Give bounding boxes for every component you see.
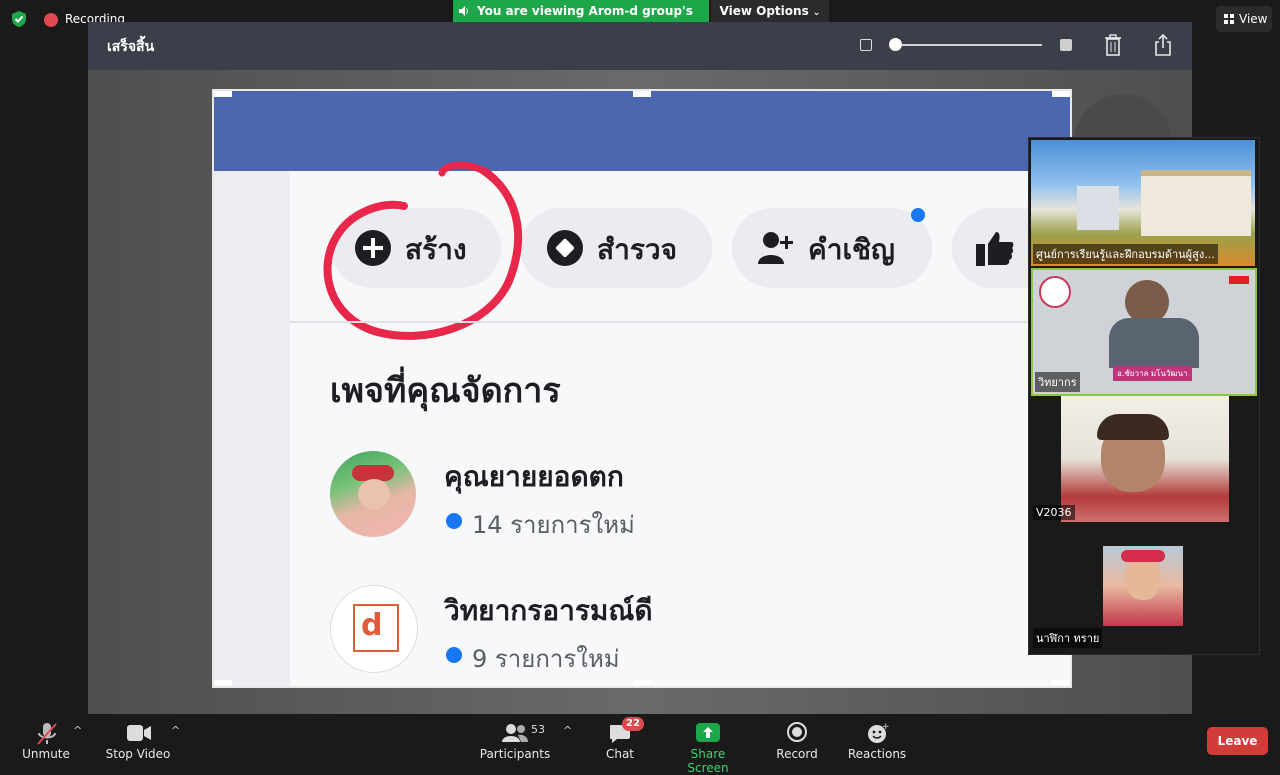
view-options-label: View Options <box>719 4 809 18</box>
stop-video-button[interactable]: Stop Video <box>104 720 172 764</box>
share-screen-button[interactable]: Share Screen <box>670 720 746 775</box>
people-icon <box>502 724 528 742</box>
compass-icon <box>547 230 583 266</box>
invites-button[interactable]: คำเชิญ <box>732 208 932 288</box>
share-screen-label: Share Screen <box>687 747 729 775</box>
add-person-icon <box>758 232 793 264</box>
video-options-caret[interactable]: ^ <box>171 724 180 737</box>
participant-name: ศูนย์การเรียนรู้และฝึกอบรมด้านผู้สูง... <box>1033 244 1218 264</box>
crop-handle[interactable] <box>633 680 651 686</box>
crop-handle[interactable] <box>633 91 651 97</box>
invites-label: คำเชิญ <box>808 233 895 266</box>
recording-icon <box>44 13 58 27</box>
shared-device-toolbar: เสร็จสิ้น <box>88 22 1192 70</box>
sharing-banner: You are viewing Arom-d group's screen <box>453 0 709 40</box>
facebook-sidebar <box>214 171 290 686</box>
new-items-dot <box>446 513 462 529</box>
participant-name: วิทยากร <box>1035 372 1080 392</box>
shield-icon[interactable] <box>10 10 28 28</box>
crop-handle[interactable] <box>1052 680 1070 686</box>
trash-icon[interactable] <box>1104 34 1122 56</box>
chevron-down-icon: ⌄ <box>812 8 821 18</box>
participant-tile[interactable]: ศูนย์การเรียนรู้และฝึกอบรมด้านผู้สูง... <box>1031 140 1255 266</box>
cropped-photo: สร้าง สำรวจ คำเชิญ เพจที่คุณจัดการ คุณยา… <box>212 89 1072 688</box>
svg-text:+: + <box>882 722 889 732</box>
slider-track[interactable] <box>892 44 1042 46</box>
page-name[interactable]: คุณยายยอดตก <box>444 455 624 499</box>
leave-button[interactable]: Leave <box>1207 727 1268 755</box>
view-button-label: View <box>1239 12 1268 26</box>
pages-heading: เพจที่คุณจัดการ <box>330 371 561 411</box>
audio-options-caret[interactable]: ^ <box>73 724 82 737</box>
participant-name: นาฬิกา ทราย <box>1033 628 1103 648</box>
notification-dot <box>911 208 925 222</box>
unmute-label: Unmute <box>22 747 70 761</box>
seal-icon <box>1039 276 1071 308</box>
stop-video-label: Stop Video <box>105 747 171 761</box>
crop-box-icon[interactable] <box>860 39 872 51</box>
new-items-dot <box>446 647 462 663</box>
slider-thumb[interactable] <box>889 38 902 51</box>
record-icon <box>787 722 807 742</box>
participant-tile-active[interactable]: อ.ชัยวาล มโนวัฒนา วิทยากร <box>1031 268 1257 396</box>
participants-label: Participants <box>479 747 551 761</box>
grid-icon <box>1224 14 1234 24</box>
participant-name: V2036 <box>1033 505 1075 520</box>
done-button[interactable]: เสร็จสิ้น <box>107 36 154 58</box>
record-label: Record <box>776 747 818 761</box>
divider <box>290 321 1070 323</box>
crop-handle[interactable] <box>214 91 232 97</box>
muted-mic-icon <box>37 723 57 745</box>
explore-button[interactable]: สำรวจ <box>520 208 712 288</box>
chat-label: Chat <box>605 747 635 761</box>
smiley-icon: + <box>868 722 889 743</box>
participant-tile[interactable]: นาฬิกา ทราย <box>1031 524 1255 650</box>
view-button[interactable]: View <box>1216 6 1272 32</box>
building-image <box>1141 170 1251 236</box>
chat-badge: 22 <box>622 717 644 731</box>
record-button[interactable]: Record <box>772 720 822 764</box>
shared-screen: เสร็จสิ้น สร้าง สำรวจ คำเชิญ เพจที่คุณจั… <box>88 22 1192 714</box>
unmute-button[interactable]: Unmute <box>16 720 76 764</box>
page-new-items: 14 รายการใหม่ <box>472 511 635 539</box>
crop-handle[interactable] <box>214 680 232 686</box>
participants-options-caret[interactable]: ^ <box>563 724 572 737</box>
participant-video-panel: ศูนย์การเรียนรู้และฝึกอบรมด้านผู้สูง... … <box>1028 137 1260 655</box>
speaker-icon <box>459 6 468 16</box>
tower-image <box>1077 186 1119 230</box>
reactions-label: Reactions <box>847 747 907 761</box>
square-icon[interactable] <box>1060 39 1072 51</box>
participant-video <box>1061 396 1229 522</box>
speaker-body <box>1109 318 1199 368</box>
participants-count: 53 <box>531 723 545 736</box>
video-camera-icon <box>127 725 151 741</box>
live-badge <box>1229 276 1249 284</box>
view-options-button[interactable]: View Options ⌄ <box>711 0 829 22</box>
name-overlay: อ.ชัยวาล มโนวัฒนา <box>1113 366 1192 381</box>
page-avatar[interactable] <box>330 451 416 537</box>
share-icon[interactable] <box>1153 33 1173 57</box>
page-new-items: 9 รายการใหม่ <box>472 645 620 673</box>
crop-handle[interactable] <box>1052 91 1070 97</box>
page-avatar[interactable]: d <box>330 585 418 673</box>
page-name[interactable]: วิทยากรอารมณ์ดี <box>444 589 653 633</box>
share-screen-icon <box>696 723 720 742</box>
thumbs-up-icon <box>976 232 1014 266</box>
reactions-button[interactable]: + Reactions <box>846 720 908 764</box>
profile-photo <box>1103 546 1183 626</box>
participant-tile[interactable]: V2036 <box>1031 396 1255 522</box>
chat-button[interactable]: 22 Chat <box>600 717 644 764</box>
explore-label: สำรวจ <box>597 233 677 266</box>
participants-button[interactable]: 53 Participants <box>476 720 554 764</box>
